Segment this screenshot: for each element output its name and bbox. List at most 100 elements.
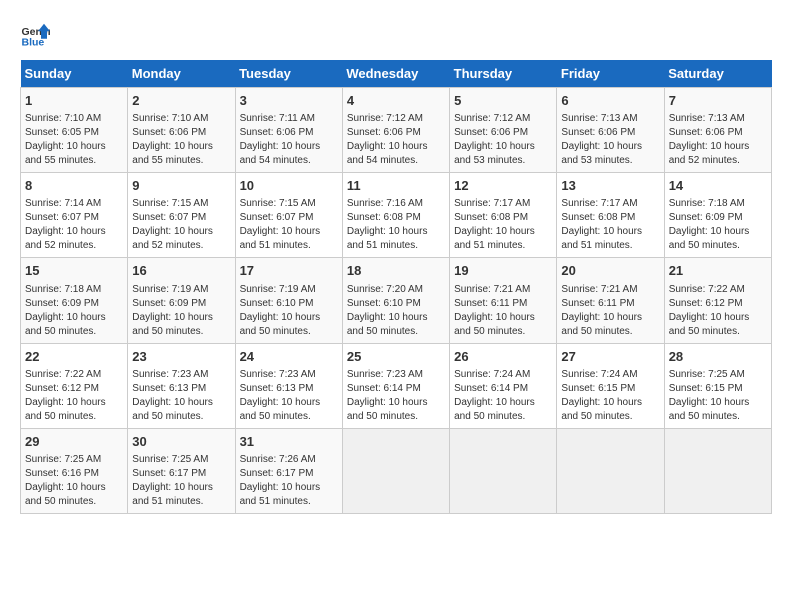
day-info: Sunrise: 7:22 AM Sunset: 6:12 PM Dayligh… xyxy=(669,283,767,339)
day-number: 14 xyxy=(669,177,767,195)
day-info: Sunrise: 7:15 AM Sunset: 6:07 PM Dayligh… xyxy=(240,197,338,253)
logo-icon: General Blue xyxy=(20,20,50,50)
day-info: Sunrise: 7:20 AM Sunset: 6:10 PM Dayligh… xyxy=(347,283,445,339)
calendar-cell: 13Sunrise: 7:17 AM Sunset: 6:08 PM Dayli… xyxy=(557,173,664,258)
day-number: 6 xyxy=(561,92,659,110)
day-number: 15 xyxy=(25,262,123,280)
header-day-thursday: Thursday xyxy=(450,60,557,88)
calendar-cell: 17 Sunrise: 7:19 AM Sunset: 6:10 PM Dayli… xyxy=(235,258,342,343)
day-info: Sunrise: 7:24 AM Sunset: 6:14 PM Dayligh… xyxy=(454,368,552,424)
calendar-cell: 28Sunrise: 7:25 AM Sunset: 6:15 PM Dayli… xyxy=(664,343,771,428)
day-number: 20 xyxy=(561,262,659,280)
day-info: Sunrise: 7:15 AM Sunset: 6:07 PM Dayligh… xyxy=(132,197,230,253)
calendar-week-5: 29 Sunrise: 7:25 AM Sunset: 6:16 PM Dayli… xyxy=(21,428,772,513)
day-number: 29 xyxy=(25,433,123,451)
calendar-cell xyxy=(342,428,449,513)
header-day-tuesday: Tuesday xyxy=(235,60,342,88)
calendar-cell: 11 Sunrise: 7:16 AM Sunset: 6:08 PM Dayli… xyxy=(342,173,449,258)
day-number: 27 xyxy=(561,348,659,366)
day-number: 31 xyxy=(240,433,338,451)
header-day-wednesday: Wednesday xyxy=(342,60,449,88)
day-number: 3 xyxy=(240,92,338,110)
header-day-monday: Monday xyxy=(128,60,235,88)
day-info: Sunrise: 7:12 AM Sunset: 6:06 PM Dayligh… xyxy=(347,112,445,168)
calendar-cell: 23Sunrise: 7:23 AM Sunset: 6:13 PM Dayli… xyxy=(128,343,235,428)
day-info: Sunrise: 7:12 AM Sunset: 6:06 PM Dayligh… xyxy=(454,112,552,168)
day-number: 4 xyxy=(347,92,445,110)
day-info: Sunrise: 7:16 AM Sunset: 6:08 PM Dayligh… xyxy=(347,197,445,253)
calendar-cell: 14 Sunrise: 7:18 AM Sunset: 6:09 PM Dayli… xyxy=(664,173,771,258)
day-number: 26 xyxy=(454,348,552,366)
calendar-table: SundayMondayTuesdayWednesdayThursdayFrid… xyxy=(20,60,772,514)
day-number: 7 xyxy=(669,92,767,110)
day-info: Sunrise: 7:11 AM Sunset: 6:06 PM Dayligh… xyxy=(240,112,338,168)
calendar-cell: 4 Sunrise: 7:12 AM Sunset: 6:06 PM Daylig… xyxy=(342,88,449,173)
day-number: 9 xyxy=(132,177,230,195)
calendar-cell: 15 Sunrise: 7:18 AM Sunset: 6:09 PM Dayli… xyxy=(21,258,128,343)
calendar-cell: 25Sunrise: 7:23 AM Sunset: 6:14 PM Dayli… xyxy=(342,343,449,428)
calendar-cell: 2 Sunrise: 7:10 AM Sunset: 6:06 PM Daylig… xyxy=(128,88,235,173)
header-day-sunday: Sunday xyxy=(21,60,128,88)
day-number: 10 xyxy=(240,177,338,195)
calendar-week-4: 22Sunrise: 7:22 AM Sunset: 6:12 PM Dayli… xyxy=(21,343,772,428)
calendar-header: SundayMondayTuesdayWednesdayThursdayFrid… xyxy=(21,60,772,88)
svg-text:Blue: Blue xyxy=(22,37,45,49)
calendar-week-2: 8 Sunrise: 7:14 AM Sunset: 6:07 PM Daylig… xyxy=(21,173,772,258)
calendar-cell: 21 Sunrise: 7:22 AM Sunset: 6:12 PM Dayli… xyxy=(664,258,771,343)
day-number: 18 xyxy=(347,262,445,280)
day-number: 8 xyxy=(25,177,123,195)
calendar-cell: 12 Sunrise: 7:17 AM Sunset: 6:08 PM Dayli… xyxy=(450,173,557,258)
calendar-cell: 9 Sunrise: 7:15 AM Sunset: 6:07 PM Daylig… xyxy=(128,173,235,258)
day-info: Sunrise: 7:23 AM Sunset: 6:13 PM Dayligh… xyxy=(240,368,338,424)
calendar-cell: 22Sunrise: 7:22 AM Sunset: 6:12 PM Dayli… xyxy=(21,343,128,428)
day-info: Sunrise: 7:21 AM Sunset: 6:11 PM Dayligh… xyxy=(454,283,552,339)
header-day-saturday: Saturday xyxy=(664,60,771,88)
day-info: Sunrise: 7:10 AM Sunset: 6:06 PM Dayligh… xyxy=(132,112,230,168)
day-number: 13 xyxy=(561,177,659,195)
day-info: Sunrise: 7:18 AM Sunset: 6:09 PM Dayligh… xyxy=(669,197,767,253)
day-info: Sunrise: 7:25 AM Sunset: 6:17 PM Dayligh… xyxy=(132,453,230,509)
day-info: Sunrise: 7:17 AM Sunset: 6:08 PM Dayligh… xyxy=(454,197,552,253)
calendar-cell: 19 Sunrise: 7:21 AM Sunset: 6:11 PM Dayli… xyxy=(450,258,557,343)
day-number: 1 xyxy=(25,92,123,110)
header-day-friday: Friday xyxy=(557,60,664,88)
day-info: Sunrise: 7:19 AM Sunset: 6:10 PM Dayligh… xyxy=(240,283,338,339)
day-number: 12 xyxy=(454,177,552,195)
header-row: SundayMondayTuesdayWednesdayThursdayFrid… xyxy=(21,60,772,88)
calendar-cell: 20 Sunrise: 7:21 AM Sunset: 6:11 PM Dayli… xyxy=(557,258,664,343)
day-number: 28 xyxy=(669,348,767,366)
day-info: Sunrise: 7:23 AM Sunset: 6:14 PM Dayligh… xyxy=(347,368,445,424)
day-info: Sunrise: 7:18 AM Sunset: 6:09 PM Dayligh… xyxy=(25,283,123,339)
day-number: 11 xyxy=(347,177,445,195)
day-info: Sunrise: 7:24 AM Sunset: 6:15 PM Dayligh… xyxy=(561,368,659,424)
calendar-cell xyxy=(557,428,664,513)
day-info: Sunrise: 7:21 AM Sunset: 6:11 PM Dayligh… xyxy=(561,283,659,339)
day-info: Sunrise: 7:26 AM Sunset: 6:17 PM Dayligh… xyxy=(240,453,338,509)
calendar-cell: 24 Sunrise: 7:23 AM Sunset: 6:13 PM Dayli… xyxy=(235,343,342,428)
day-number: 16 xyxy=(132,262,230,280)
calendar-body: 1 Sunrise: 7:10 AM Sunset: 6:05 PM Daylig… xyxy=(21,88,772,514)
calendar-cell: 18 Sunrise: 7:20 AM Sunset: 6:10 PM Dayli… xyxy=(342,258,449,343)
day-info: Sunrise: 7:25 AM Sunset: 6:16 PM Dayligh… xyxy=(25,453,123,509)
day-info: Sunrise: 7:22 AM Sunset: 6:12 PM Dayligh… xyxy=(25,368,123,424)
day-info: Sunrise: 7:13 AM Sunset: 6:06 PM Dayligh… xyxy=(561,112,659,168)
day-info: Sunrise: 7:10 AM Sunset: 6:05 PM Dayligh… xyxy=(25,112,123,168)
day-info: Sunrise: 7:23 AM Sunset: 6:13 PM Dayligh… xyxy=(132,368,230,424)
calendar-cell: 30 Sunrise: 7:25 AM Sunset: 6:17 PM Dayli… xyxy=(128,428,235,513)
calendar-cell: 8 Sunrise: 7:14 AM Sunset: 6:07 PM Daylig… xyxy=(21,173,128,258)
logo: General Blue xyxy=(20,20,52,50)
day-info: Sunrise: 7:14 AM Sunset: 6:07 PM Dayligh… xyxy=(25,197,123,253)
day-number: 24 xyxy=(240,348,338,366)
calendar-cell: 7Sunrise: 7:13 AM Sunset: 6:06 PM Daylig… xyxy=(664,88,771,173)
calendar-cell: 5 Sunrise: 7:12 AM Sunset: 6:06 PM Daylig… xyxy=(450,88,557,173)
day-info: Sunrise: 7:19 AM Sunset: 6:09 PM Dayligh… xyxy=(132,283,230,339)
day-number: 17 xyxy=(240,262,338,280)
calendar-cell xyxy=(664,428,771,513)
day-number: 19 xyxy=(454,262,552,280)
calendar-cell: 10 Sunrise: 7:15 AM Sunset: 6:07 PM Dayli… xyxy=(235,173,342,258)
day-number: 2 xyxy=(132,92,230,110)
day-number: 30 xyxy=(132,433,230,451)
day-number: 5 xyxy=(454,92,552,110)
day-number: 21 xyxy=(669,262,767,280)
calendar-week-1: 1 Sunrise: 7:10 AM Sunset: 6:05 PM Daylig… xyxy=(21,88,772,173)
